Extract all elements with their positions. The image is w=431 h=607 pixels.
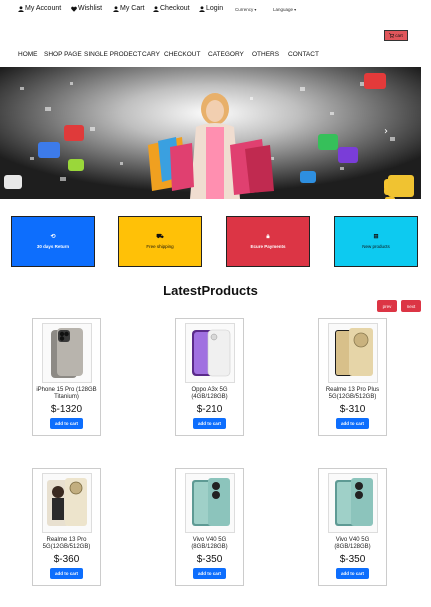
product-image-oppo[interactable] — [184, 323, 235, 383]
user-icon — [153, 5, 159, 12]
product-card: Vivo V40 5G (8GB/128GB) $-350 add to car… — [318, 468, 387, 586]
my-account-link[interactable]: My Account — [18, 5, 61, 12]
product-price: $-350 — [196, 553, 223, 565]
feature-shipping[interactable]: ⛟ Free shipping — [118, 216, 202, 267]
product-card: Oppo A3x 5G (4GB/128GB) $-210 add to car… — [175, 318, 244, 436]
product-card: Vivo V40 5G (8GB/128GB) $-350 add to car… — [175, 468, 244, 586]
truck-icon: ⛟ — [156, 234, 164, 240]
my-cart-label: My Cart — [120, 5, 145, 12]
product-image-vivo[interactable] — [327, 473, 378, 533]
product-price: $-1320 — [50, 403, 83, 415]
feature-new-products-label: New products — [362, 244, 390, 249]
nav-item-cary[interactable]: CARY — [142, 51, 160, 58]
cart-icon — [389, 33, 395, 38]
add-to-cart-button[interactable]: add to cart — [50, 417, 83, 429]
feature-new-products[interactable]: ⊞ New products — [334, 216, 418, 267]
language-dropdown[interactable]: Language — [273, 7, 296, 12]
product-price: $-360 — [53, 553, 80, 565]
my-cart-link[interactable]: My Cart — [113, 5, 145, 12]
login-link[interactable]: Login — [199, 5, 223, 12]
nav-item-others[interactable]: OTHERS — [252, 51, 279, 58]
svg-text:›: › — [384, 126, 388, 137]
lock-icon: 🔒︎ — [266, 234, 270, 240]
wishlist-link[interactable]: Wishlist — [71, 5, 102, 12]
product-image-realme-pro[interactable] — [41, 473, 92, 533]
feature-returns[interactable]: ⟲ 30 days Return — [11, 216, 95, 267]
nav-item-contact[interactable]: CONTACT — [288, 51, 319, 58]
nav-item-home[interactable]: HOME — [18, 51, 38, 58]
product-image-realme-plus[interactable] — [327, 323, 378, 383]
product-card: iPhone 15 Pro (128GB Titanium) $-1320 ad… — [32, 318, 101, 436]
product-name: Vivo V40 5G (8GB/128GB) — [191, 537, 228, 551]
nav-item-shop-page[interactable]: SHOP PAGE — [44, 51, 82, 58]
nav-item-checkout[interactable]: CHECKOUT — [164, 51, 200, 58]
product-price: $-210 — [196, 403, 223, 415]
product-image-iphone[interactable] — [41, 323, 92, 383]
feature-payments[interactable]: 🔒︎ Ecure Payments — [226, 216, 310, 267]
wishlist-label: Wishlist — [78, 5, 103, 12]
refresh-icon: ⟲ — [50, 234, 56, 240]
add-to-cart-button[interactable]: add to cart — [336, 567, 369, 579]
product-name: Realme 13 Pro 5G(12GB/512GB) — [42, 537, 91, 551]
section-title: LatestProducts — [163, 283, 258, 298]
cart-button-label: cart — [395, 33, 403, 38]
add-to-cart-button[interactable]: add to cart — [336, 417, 369, 429]
product-name: iPhone 15 Pro (128GB Titanium) — [36, 387, 97, 401]
add-to-cart-button[interactable]: add to cart — [50, 567, 83, 579]
prev-button[interactable]: prev — [377, 300, 397, 312]
nav-item-category[interactable]: CATEGORY — [208, 51, 244, 58]
user-icon — [18, 5, 24, 12]
feature-payments-label: Ecure Payments — [250, 244, 286, 249]
my-account-label: My Account — [25, 5, 62, 12]
product-price: $-350 — [339, 553, 366, 565]
heart-icon — [71, 6, 77, 12]
checkout-label: Checkout — [160, 5, 190, 12]
currency-dropdown[interactable]: Currency — [235, 7, 256, 12]
nav-item-single-product[interactable]: SINGLE PRODECT — [84, 51, 141, 58]
gift-icon: ⊞ — [373, 234, 379, 240]
top-utility-bar: My Account Wishlist My Cart Checkout Log… — [0, 0, 431, 22]
feature-shipping-label: Free shipping — [146, 244, 174, 249]
user-icon — [199, 5, 205, 12]
product-price: $-310 — [339, 403, 366, 415]
user-icon — [113, 5, 119, 12]
product-card: Realme 13 Pro Plus 5G(12GB/512GB) $-310 … — [318, 318, 387, 436]
hero-banner: › — [0, 67, 421, 199]
product-card: Realme 13 Pro 5G(12GB/512GB) $-360 add t… — [32, 468, 101, 586]
feature-returns-label: 30 days Return — [36, 244, 70, 249]
login-label: Login — [206, 5, 224, 12]
product-name: Vivo V40 5G (8GB/128GB) — [334, 537, 371, 551]
cart-button[interactable]: cart — [384, 30, 408, 41]
checkout-link[interactable]: Checkout — [153, 5, 190, 12]
add-to-cart-button[interactable]: add to cart — [193, 567, 226, 579]
product-name: Oppo A3x 5G (4GB/128GB) — [191, 387, 228, 401]
product-name: Realme 13 Pro Plus 5G(12GB/512GB) — [325, 387, 380, 401]
hero-image: › — [0, 67, 421, 199]
next-button[interactable]: next — [401, 300, 421, 312]
add-to-cart-button[interactable]: add to cart — [193, 417, 226, 429]
product-image-vivo[interactable] — [184, 473, 235, 533]
